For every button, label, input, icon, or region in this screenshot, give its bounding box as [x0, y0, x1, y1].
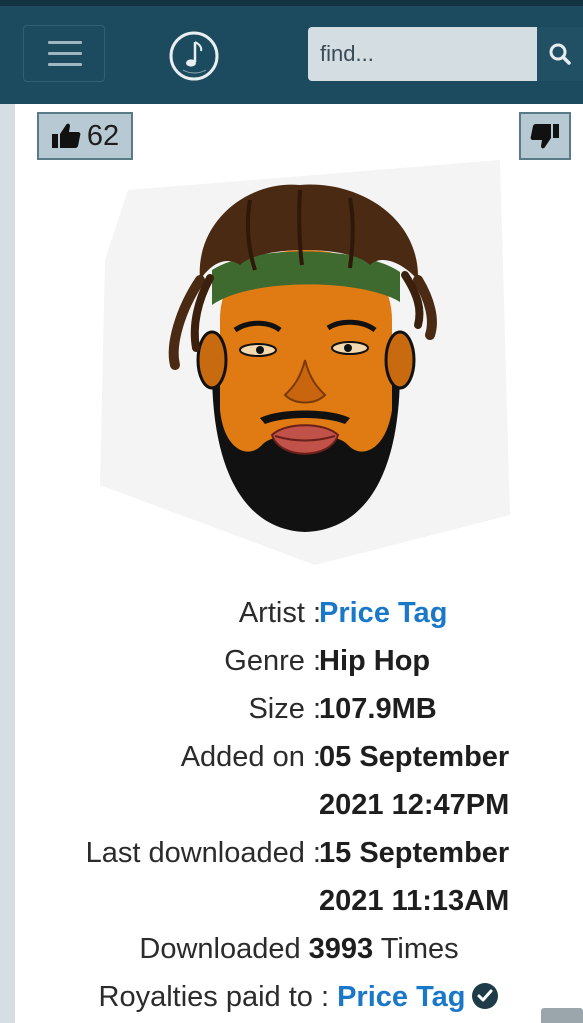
last-downloaded-date: 15 September: [319, 837, 510, 869]
thumbs-down-icon: [530, 124, 559, 149]
artist-row: Artist : Price Tag: [15, 590, 583, 638]
header-edge: [0, 0, 583, 6]
search-icon: [549, 43, 571, 65]
added-time: 2021 12:47PM: [319, 789, 510, 821]
royalties-artist-link[interactable]: Price Tag: [337, 981, 465, 1013]
search-input[interactable]: [308, 27, 537, 81]
size-row: Size : 107.9MB: [15, 686, 583, 734]
genre-label: Genre :: [224, 645, 321, 677]
menu-button[interactable]: [23, 25, 105, 82]
download-count: 3993: [308, 933, 374, 965]
size-value: 107.9MB: [319, 693, 437, 725]
scroll-to-top-tab[interactable]: [541, 1008, 583, 1023]
like-button[interactable]: 62: [37, 112, 133, 160]
added-row-cont: 2021 12:47PM: [15, 782, 583, 830]
album-cover-art: [100, 160, 510, 565]
download-count-row: Downloaded 3993 Times: [15, 933, 583, 966]
added-date: 05 September: [319, 741, 510, 773]
hamburger-menu-icon: [48, 63, 82, 66]
size-label: Size :: [248, 693, 321, 725]
artist-link[interactable]: Price Tag: [319, 597, 447, 630]
downloaded-prefix: Downloaded: [139, 933, 301, 965]
dislike-button[interactable]: [519, 112, 571, 160]
artist-label: Artist :: [238, 597, 321, 629]
music-note-logo[interactable]: [168, 30, 220, 82]
left-sidebar-edge: [0, 104, 15, 1023]
search-button[interactable]: [537, 27, 583, 81]
top-header: [0, 0, 583, 104]
hamburger-menu-icon: [48, 41, 82, 44]
added-label: Added on :: [180, 741, 321, 773]
added-row: Added on : 05 September: [15, 734, 583, 782]
last-downloaded-label: Last downloaded :: [85, 837, 321, 869]
thumbs-up-icon: [51, 123, 81, 148]
verified-check-icon: [472, 983, 499, 1009]
genre-row: Genre : Hip Hop: [15, 638, 583, 686]
page: 62: [0, 0, 583, 1023]
hamburger-menu-icon: [48, 52, 82, 55]
search-bar: [308, 27, 583, 81]
royalties-label: Royalties paid to :: [98, 981, 330, 1013]
genre-value: Hip Hop: [319, 645, 431, 677]
last-downloaded-row: Last downloaded : 15 September: [15, 830, 583, 878]
last-downloaded-time: 2021 11:13AM: [319, 885, 510, 917]
last-downloaded-row-cont: 2021 11:13AM: [15, 878, 583, 926]
royalties-row: Royalties paid to : Price Tag: [15, 981, 583, 1014]
downloaded-suffix: Times: [380, 933, 459, 965]
like-count: 62: [86, 119, 120, 152]
